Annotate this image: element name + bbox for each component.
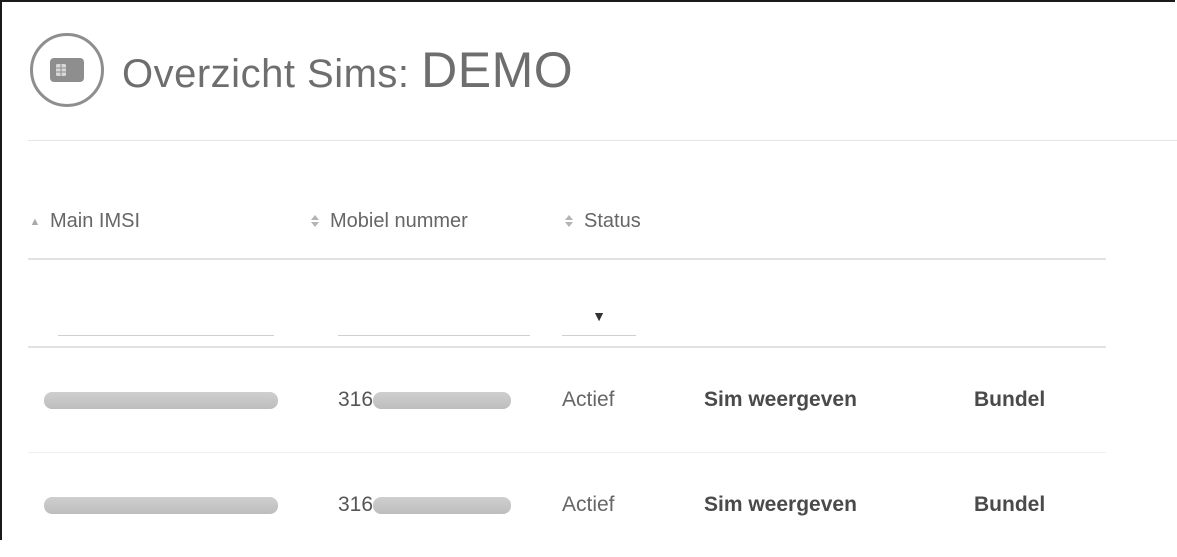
imsi-filter-input[interactable] [58,306,274,336]
filter-cell: ▼ [562,259,684,347]
imsi-cell [28,347,308,453]
mobile-cell: 316 [308,453,562,557]
action-cell: Bundel [924,453,1106,557]
imsi-cell [28,453,308,557]
status-cell: Actief [562,347,684,453]
page-title-name: DEMO [421,42,573,98]
redacted-mobile [373,392,511,409]
filter-cell [924,259,1106,347]
status-value: Actief [562,388,615,411]
filter-cell [28,259,308,347]
filter-cell [684,259,924,347]
action-cell: Bundel [924,347,1106,453]
status-value: Actief [562,493,615,516]
mobile-number-prefix: 316 [338,493,373,516]
page-header: Overzicht Sims: DEMO [30,28,573,112]
sort-both-icon [562,214,576,231]
mobile-number-prefix: 316 [338,388,373,411]
sim-weergeven-link[interactable]: Sim weergeven [704,493,857,516]
bundel-link[interactable]: Bundel [974,388,1045,411]
table-row: 316 Actief Sim weergeven Bundel [28,347,1106,453]
action-cell: Sim weergeven [684,453,924,557]
sims-table: ▲Main IMSI Mobiel nummer Status [28,186,1106,557]
table-row: 316 Actief Sim weergeven Bundel [28,453,1106,557]
caret-down-icon: ▼ [592,309,606,323]
redacted-imsi [44,497,278,514]
bundel-link[interactable]: Bundel [974,493,1045,516]
status-cell: Actief [562,453,684,557]
status-filter-select[interactable]: ▼ [562,296,636,336]
sort-both-icon [308,214,322,231]
filter-cell [308,259,562,347]
filter-row: ▼ [28,259,1106,347]
column-header-empty [684,186,924,259]
page-title: Overzicht Sims: DEMO [122,41,573,99]
action-cell: Sim weergeven [684,347,924,453]
mobile-filter-input[interactable] [338,306,530,336]
column-header-mobiel-nummer[interactable]: Mobiel nummer [308,186,562,259]
table-header-row: ▲Main IMSI Mobiel nummer Status [28,186,1106,259]
sim-weergeven-link[interactable]: Sim weergeven [704,388,857,411]
mobile-cell: 316 [308,347,562,453]
sort-ascending-icon: ▲ [28,216,42,228]
page-title-prefix: Overzicht Sims: [122,52,421,96]
redacted-mobile [373,497,511,514]
header-divider [28,140,1177,141]
column-header-empty [924,186,1106,259]
sim-card-icon [30,33,104,107]
column-header-main-imsi[interactable]: ▲Main IMSI [28,186,308,259]
column-header-status[interactable]: Status [562,186,684,259]
redacted-imsi [44,392,278,409]
